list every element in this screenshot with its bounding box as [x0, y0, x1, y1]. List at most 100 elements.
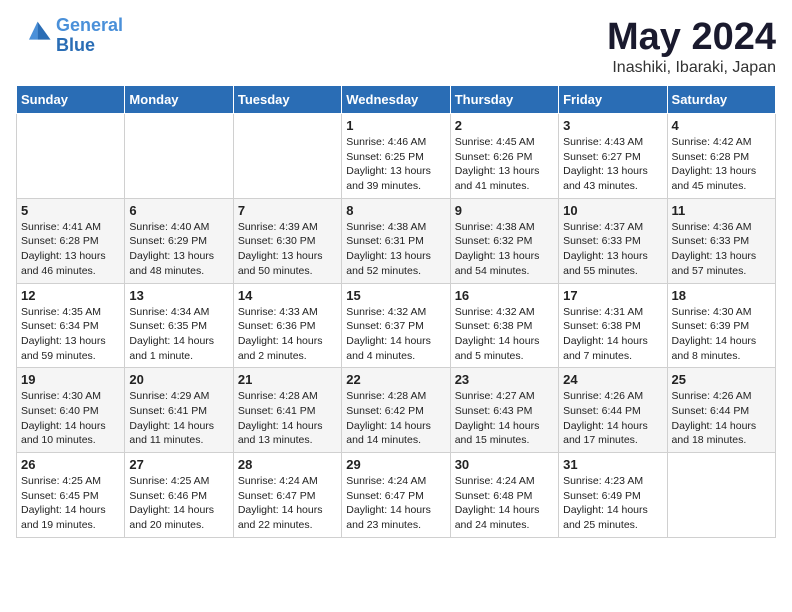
day-info: Sunrise: 4:32 AM Sunset: 6:38 PM Dayligh… — [455, 305, 554, 364]
day-info: Sunrise: 4:30 AM Sunset: 6:39 PM Dayligh… — [672, 305, 771, 364]
day-info: Sunrise: 4:24 AM Sunset: 6:48 PM Dayligh… — [455, 474, 554, 533]
calendar-cell: 27 Sunrise: 4:25 AM Sunset: 6:46 PM Dayli… — [125, 453, 233, 538]
calendar-cell: 31 Sunrise: 4:23 AM Sunset: 6:49 PM Dayli… — [559, 453, 667, 538]
day-number: 26 — [21, 457, 120, 472]
calendar-header-cell: Monday — [125, 86, 233, 114]
calendar-week-row: 26 Sunrise: 4:25 AM Sunset: 6:45 PM Dayli… — [17, 453, 776, 538]
header: General Blue May 2024 Inashiki, Ibaraki,… — [16, 16, 776, 77]
calendar-cell: 2 Sunrise: 4:45 AM Sunset: 6:26 PM Daylig… — [450, 114, 558, 199]
calendar-cell: 30 Sunrise: 4:24 AM Sunset: 6:48 PM Dayli… — [450, 453, 558, 538]
day-info: Sunrise: 4:39 AM Sunset: 6:30 PM Dayligh… — [238, 220, 337, 279]
day-info: Sunrise: 4:24 AM Sunset: 6:47 PM Dayligh… — [238, 474, 337, 533]
day-number: 16 — [455, 288, 554, 303]
day-number: 12 — [21, 288, 120, 303]
day-info: Sunrise: 4:32 AM Sunset: 6:37 PM Dayligh… — [346, 305, 445, 364]
day-number: 11 — [672, 203, 771, 218]
calendar-header-cell: Wednesday — [342, 86, 450, 114]
day-number: 19 — [21, 372, 120, 387]
day-number: 24 — [563, 372, 662, 387]
calendar-cell: 24 Sunrise: 4:26 AM Sunset: 6:44 PM Dayli… — [559, 368, 667, 453]
day-number: 14 — [238, 288, 337, 303]
calendar-header-row: SundayMondayTuesdayWednesdayThursdayFrid… — [17, 86, 776, 114]
calendar-cell — [17, 114, 125, 199]
calendar-cell: 1 Sunrise: 4:46 AM Sunset: 6:25 PM Daylig… — [342, 114, 450, 199]
day-number: 2 — [455, 118, 554, 133]
day-info: Sunrise: 4:29 AM Sunset: 6:41 PM Dayligh… — [129, 389, 228, 448]
day-info: Sunrise: 4:41 AM Sunset: 6:28 PM Dayligh… — [21, 220, 120, 279]
day-number: 17 — [563, 288, 662, 303]
day-number: 9 — [455, 203, 554, 218]
day-number: 4 — [672, 118, 771, 133]
calendar-cell: 7 Sunrise: 4:39 AM Sunset: 6:30 PM Daylig… — [233, 198, 341, 283]
calendar-cell: 22 Sunrise: 4:28 AM Sunset: 6:42 PM Dayli… — [342, 368, 450, 453]
calendar-cell: 25Sunrise: 4:26 AM Sunset: 6:44 PM Dayli… — [667, 368, 775, 453]
day-info: Sunrise: 4:38 AM Sunset: 6:31 PM Dayligh… — [346, 220, 445, 279]
day-info: Sunrise: 4:30 AM Sunset: 6:40 PM Dayligh… — [21, 389, 120, 448]
calendar-cell: 15Sunrise: 4:32 AM Sunset: 6:37 PM Dayli… — [342, 283, 450, 368]
day-info: Sunrise: 4:46 AM Sunset: 6:25 PM Dayligh… — [346, 135, 445, 194]
logo-icon — [16, 18, 52, 54]
day-number: 8 — [346, 203, 445, 218]
day-number: 7 — [238, 203, 337, 218]
day-number: 28 — [238, 457, 337, 472]
calendar-cell — [125, 114, 233, 199]
day-number: 10 — [563, 203, 662, 218]
calendar-cell: 20 Sunrise: 4:29 AM Sunset: 6:41 PM Dayli… — [125, 368, 233, 453]
day-info: Sunrise: 4:38 AM Sunset: 6:32 PM Dayligh… — [455, 220, 554, 279]
calendar-cell: 18 Sunrise: 4:30 AM Sunset: 6:39 PM Dayli… — [667, 283, 775, 368]
calendar-body: 1 Sunrise: 4:46 AM Sunset: 6:25 PM Daylig… — [17, 114, 776, 538]
day-info: Sunrise: 4:23 AM Sunset: 6:49 PM Dayligh… — [563, 474, 662, 533]
day-info: Sunrise: 4:34 AM Sunset: 6:35 PM Dayligh… — [129, 305, 228, 364]
calendar-cell: 13 Sunrise: 4:34 AM Sunset: 6:35 PM Dayli… — [125, 283, 233, 368]
day-info: Sunrise: 4:33 AM Sunset: 6:36 PM Dayligh… — [238, 305, 337, 364]
calendar-cell: 8 Sunrise: 4:38 AM Sunset: 6:31 PM Daylig… — [342, 198, 450, 283]
calendar-cell: 29 Sunrise: 4:24 AM Sunset: 6:47 PM Dayli… — [342, 453, 450, 538]
day-number: 31 — [563, 457, 662, 472]
day-info: Sunrise: 4:45 AM Sunset: 6:26 PM Dayligh… — [455, 135, 554, 194]
day-number: 25 — [672, 372, 771, 387]
day-info: Sunrise: 4:28 AM Sunset: 6:41 PM Dayligh… — [238, 389, 337, 448]
day-info: Sunrise: 4:36 AM Sunset: 6:33 PM Dayligh… — [672, 220, 771, 279]
day-info: Sunrise: 4:24 AM Sunset: 6:47 PM Dayligh… — [346, 474, 445, 533]
calendar-cell: 26 Sunrise: 4:25 AM Sunset: 6:45 PM Dayli… — [17, 453, 125, 538]
day-number: 5 — [21, 203, 120, 218]
calendar-week-row: 19 Sunrise: 4:30 AM Sunset: 6:40 PM Dayli… — [17, 368, 776, 453]
calendar-week-row: 12 Sunrise: 4:35 AM Sunset: 6:34 PM Dayli… — [17, 283, 776, 368]
logo-text: General Blue — [56, 16, 123, 56]
day-number: 6 — [129, 203, 228, 218]
day-info: Sunrise: 4:35 AM Sunset: 6:34 PM Dayligh… — [21, 305, 120, 364]
calendar-header-cell: Friday — [559, 86, 667, 114]
day-info: Sunrise: 4:28 AM Sunset: 6:42 PM Dayligh… — [346, 389, 445, 448]
day-number: 1 — [346, 118, 445, 133]
calendar-cell: 12 Sunrise: 4:35 AM Sunset: 6:34 PM Dayli… — [17, 283, 125, 368]
day-number: 22 — [346, 372, 445, 387]
calendar-header-cell: Thursday — [450, 86, 558, 114]
day-info: Sunrise: 4:40 AM Sunset: 6:29 PM Dayligh… — [129, 220, 228, 279]
day-number: 13 — [129, 288, 228, 303]
day-number: 27 — [129, 457, 228, 472]
day-number: 18 — [672, 288, 771, 303]
logo: General Blue — [16, 16, 123, 56]
calendar-week-row: 5 Sunrise: 4:41 AM Sunset: 6:28 PM Daylig… — [17, 198, 776, 283]
calendar-cell: 5 Sunrise: 4:41 AM Sunset: 6:28 PM Daylig… — [17, 198, 125, 283]
calendar-header-cell: Sunday — [17, 86, 125, 114]
day-info: Sunrise: 4:25 AM Sunset: 6:46 PM Dayligh… — [129, 474, 228, 533]
day-info: Sunrise: 4:25 AM Sunset: 6:45 PM Dayligh… — [21, 474, 120, 533]
day-info: Sunrise: 4:31 AM Sunset: 6:38 PM Dayligh… — [563, 305, 662, 364]
calendar-cell — [667, 453, 775, 538]
calendar-cell: 21 Sunrise: 4:28 AM Sunset: 6:41 PM Dayli… — [233, 368, 341, 453]
calendar-cell: 4 Sunrise: 4:42 AM Sunset: 6:28 PM Daylig… — [667, 114, 775, 199]
calendar-cell: 23Sunrise: 4:27 AM Sunset: 6:43 PM Dayli… — [450, 368, 558, 453]
day-number: 21 — [238, 372, 337, 387]
day-number: 30 — [455, 457, 554, 472]
calendar-cell: 11 Sunrise: 4:36 AM Sunset: 6:33 PM Dayli… — [667, 198, 775, 283]
day-info: Sunrise: 4:26 AM Sunset: 6:44 PM Dayligh… — [563, 389, 662, 448]
calendar-cell: 3Sunrise: 4:43 AM Sunset: 6:27 PM Daylig… — [559, 114, 667, 199]
day-number: 29 — [346, 457, 445, 472]
calendar-cell: 16 Sunrise: 4:32 AM Sunset: 6:38 PM Dayli… — [450, 283, 558, 368]
calendar-cell: 14 Sunrise: 4:33 AM Sunset: 6:36 PM Dayli… — [233, 283, 341, 368]
day-info: Sunrise: 4:42 AM Sunset: 6:28 PM Dayligh… — [672, 135, 771, 194]
location-title: Inashiki, Ibaraki, Japan — [607, 59, 776, 77]
calendar-header-cell: Tuesday — [233, 86, 341, 114]
day-number: 20 — [129, 372, 228, 387]
